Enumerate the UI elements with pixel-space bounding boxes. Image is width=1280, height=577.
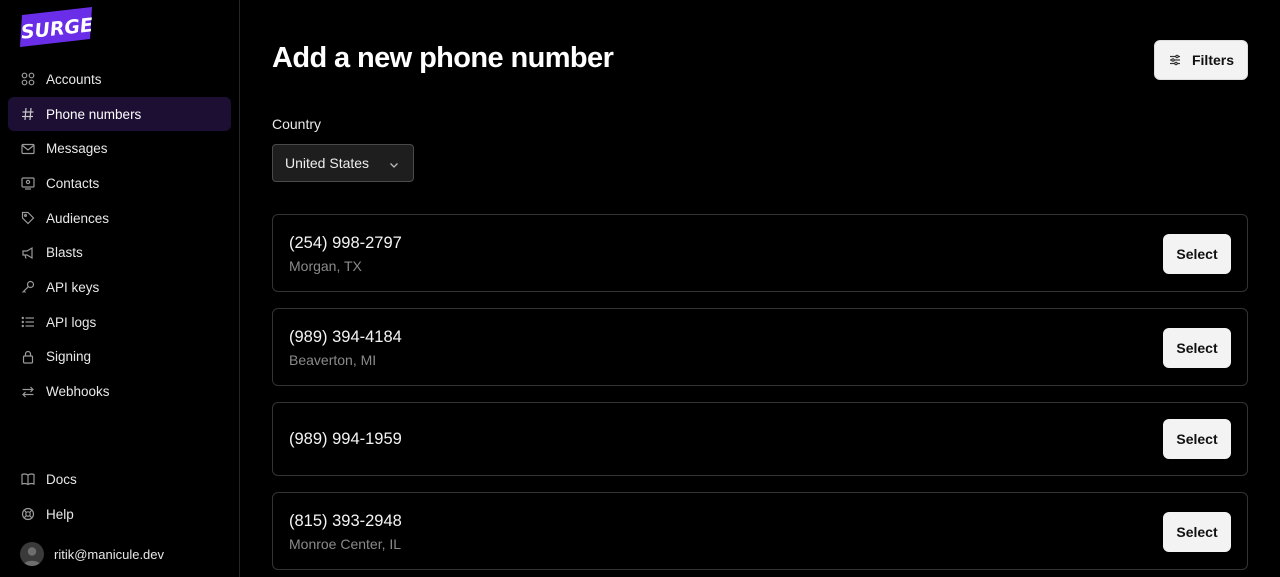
- sidebar-item-docs[interactable]: Docs: [8, 462, 231, 497]
- book-icon: [20, 471, 36, 487]
- sidebar-item-label: Audiences: [46, 210, 110, 226]
- accounts-icon: [20, 71, 36, 87]
- sidebar-item-label: Messages: [46, 141, 108, 157]
- sidebar-item-webhooks[interactable]: Webhooks: [8, 374, 231, 409]
- sidebar-bottom-nav: Docs Help: [8, 462, 231, 531]
- user-menu[interactable]: ritik@manicule.dev: [20, 542, 164, 566]
- sidebar-item-signing[interactable]: Signing: [8, 340, 231, 375]
- surge-logo[interactable]: SURGE: [20, 7, 94, 49]
- main-content: Add a new phone number Filters Country U…: [272, 0, 1248, 577]
- filters-label: Filters: [1191, 52, 1234, 68]
- sidebar-item-label: Docs: [46, 471, 77, 487]
- user-email: ritik@manicule.dev: [54, 546, 165, 562]
- select-button[interactable]: Select: [1163, 328, 1231, 368]
- hash-icon: [20, 106, 36, 122]
- phone-number: (989) 994-1959: [289, 430, 402, 448]
- phone-number: (815) 393-2948: [289, 512, 402, 530]
- sidebar-item-label: API keys: [46, 279, 100, 295]
- page-title: Add a new phone number: [272, 42, 614, 74]
- sidebar-item-contacts[interactable]: Contacts: [8, 166, 231, 201]
- sidebar-item-help[interactable]: Help: [8, 497, 231, 532]
- envelope-icon: [20, 141, 36, 157]
- sidebar-item-phone-numbers[interactable]: Phone numbers: [8, 96, 231, 132]
- sliders-icon: [1168, 53, 1182, 67]
- phone-number-card: (254) 998-2797 Morgan, TX Select: [272, 214, 1248, 292]
- sidebar-nav: Accounts Phone numbers Messages Contacts…: [8, 62, 231, 409]
- sidebar-item-audiences[interactable]: Audiences: [8, 201, 231, 236]
- sidebar-item-label: Blasts: [46, 245, 83, 261]
- help-icon: [20, 506, 36, 522]
- sidebar-item-api-logs[interactable]: API logs: [8, 305, 231, 340]
- sidebar-item-label: API logs: [46, 314, 97, 330]
- key-icon: [20, 279, 36, 295]
- sidebar-item-label: Webhooks: [46, 384, 110, 400]
- megaphone-icon: [20, 245, 36, 261]
- select-button[interactable]: Select: [1163, 234, 1231, 274]
- sidebar-item-accounts[interactable]: Accounts: [8, 62, 231, 97]
- sidebar-item-label: Help: [46, 506, 74, 522]
- sidebar-item-label: Phone numbers: [46, 106, 142, 122]
- sidebar-item-api-keys[interactable]: API keys: [8, 270, 231, 305]
- phone-location: Monroe Center, IL: [289, 536, 402, 552]
- phone-number-card: (989) 994-1959 Select: [272, 402, 1248, 476]
- chevron-down-icon: [388, 158, 400, 170]
- country-select[interactable]: United States: [272, 144, 414, 182]
- filters-button[interactable]: Filters: [1154, 40, 1248, 80]
- phone-number: (989) 394-4184: [289, 328, 402, 346]
- select-button[interactable]: Select: [1163, 419, 1231, 459]
- lock-icon: [20, 349, 36, 365]
- tag-icon: [20, 210, 36, 226]
- sidebar-item-messages[interactable]: Messages: [8, 131, 231, 166]
- sidebar-item-label: Accounts: [46, 71, 102, 87]
- country-label: Country: [272, 116, 322, 132]
- phone-number-card: (815) 393-2948 Monroe Center, IL Select: [272, 492, 1248, 570]
- sidebar-item-label: Contacts: [46, 175, 100, 191]
- phone-number: (254) 998-2797: [289, 234, 402, 252]
- country-select-value: United States: [285, 155, 370, 171]
- phone-location: Morgan, TX: [289, 258, 362, 274]
- phone-number-card: (989) 394-4184 Beaverton, MI Select: [272, 308, 1248, 386]
- contact-card-icon: [20, 175, 36, 191]
- list-icon: [20, 314, 36, 330]
- sidebar-item-blasts[interactable]: Blasts: [8, 235, 231, 270]
- arrows-exchange-icon: [20, 384, 36, 400]
- avatar: [20, 542, 44, 566]
- select-button[interactable]: Select: [1163, 512, 1231, 552]
- sidebar-item-label: Signing: [46, 349, 92, 365]
- sidebar: SURGE Accounts Phone numbers Messages Co…: [0, 0, 240, 577]
- phone-number-list: (254) 998-2797 Morgan, TX Select (989) 3…: [272, 214, 1248, 577]
- phone-location: Beaverton, MI: [289, 352, 377, 368]
